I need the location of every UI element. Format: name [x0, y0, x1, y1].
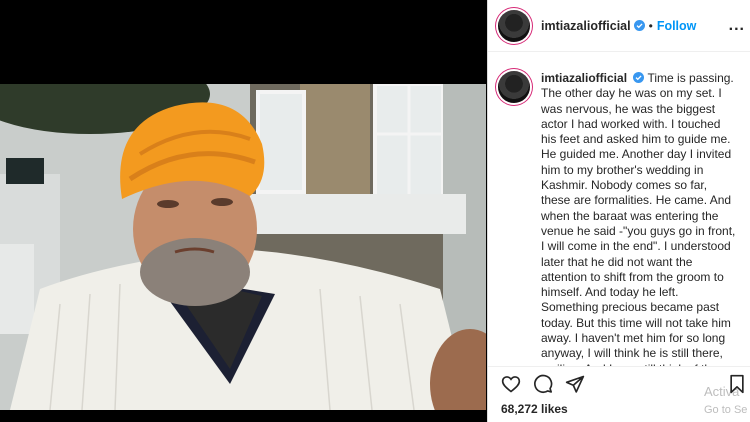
post-header: imtiazaliofficial • Follow ... — [488, 0, 750, 52]
comments-section: imtiazaliofficial Time is passing. The o… — [488, 53, 750, 366]
share-icon[interactable] — [565, 374, 585, 394]
bookmark-icon[interactable] — [728, 374, 746, 394]
likes-count[interactable]: 68,272 likes — [501, 402, 568, 416]
comment-icon[interactable] — [533, 374, 553, 394]
post-sidebar: imtiazaliofficial • Follow ... imtiazali… — [487, 0, 750, 422]
more-options-icon[interactable]: ... — [729, 17, 745, 35]
caption-text: imtiazaliofficial Time is passing. The o… — [541, 71, 737, 366]
caption-avatar[interactable] — [498, 71, 530, 103]
post-photo[interactable] — [0, 84, 486, 410]
action-icons — [501, 374, 585, 394]
activation-line-2: Go to Se — [704, 404, 748, 416]
separator-dot: • — [648, 18, 653, 33]
caption-row: imtiazaliofficial Time is passing. The o… — [498, 71, 741, 366]
caption-body: Time is passing. The other day he was on… — [541, 71, 736, 366]
caption-username[interactable]: imtiazaliofficial — [541, 71, 627, 85]
author-username[interactable]: imtiazaliofficial — [541, 19, 631, 33]
post-media — [0, 0, 486, 422]
verified-badge-icon — [633, 20, 645, 31]
verified-badge-icon — [633, 72, 645, 83]
heart-icon[interactable] — [501, 374, 521, 394]
avatar[interactable] — [498, 9, 530, 42]
follow-button[interactable]: Follow — [657, 19, 697, 33]
photo-illustration — [0, 84, 486, 410]
action-bar: Activa Go to Se 68,272 likes — [488, 366, 750, 422]
